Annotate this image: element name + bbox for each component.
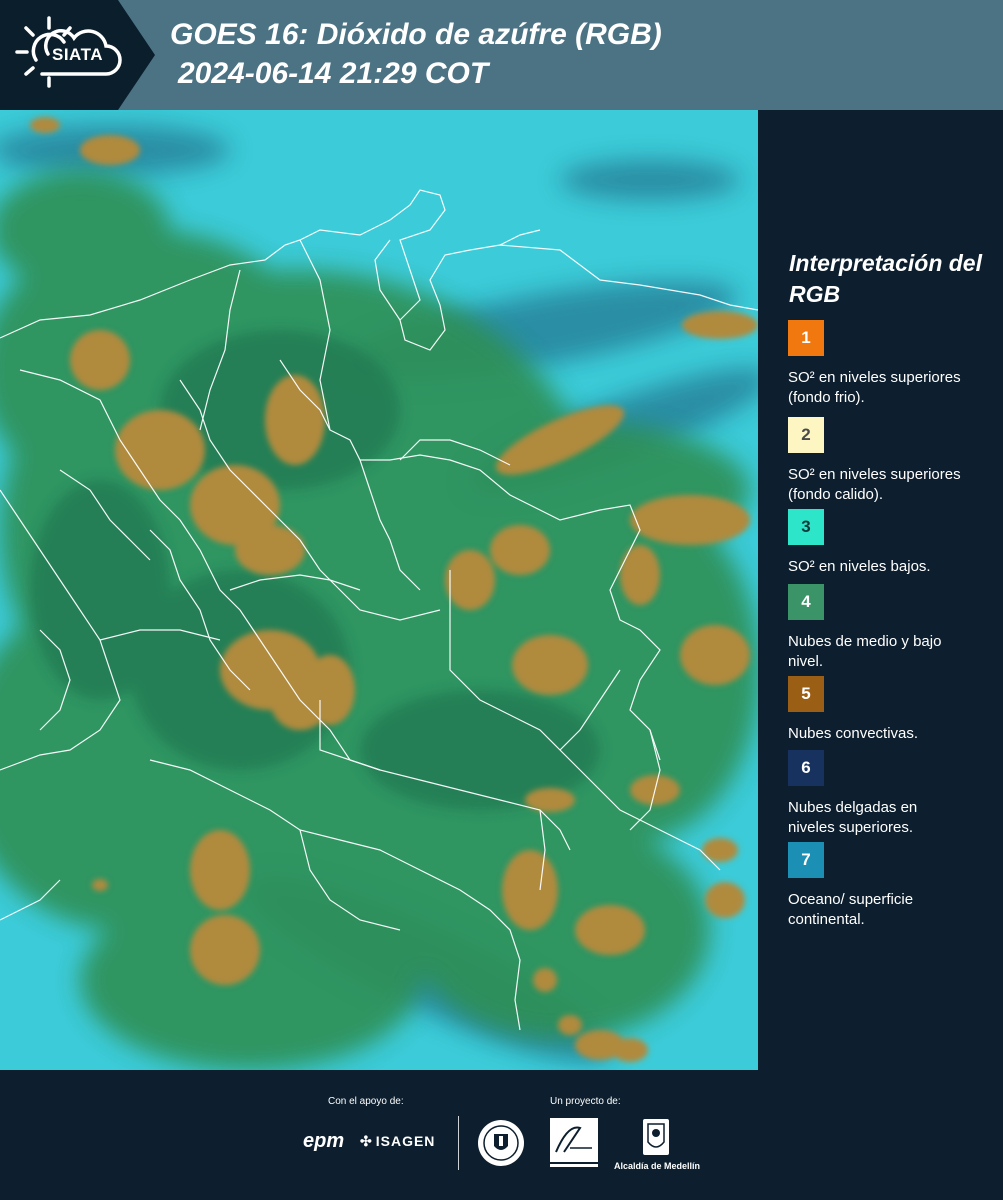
legend-item-3: 3 SO² en niveles bajos. [788,509,988,577]
alcaldia-label: Alcaldía de Medellín [614,1161,701,1171]
siata-logo[interactable]: SIATA [0,0,155,110]
page-title: GOES 16: Dióxido de azúfre (RGB) [170,18,662,51]
footer-divider [458,1116,459,1170]
legend-label: Nubes convectivas. [788,725,919,742]
legend-label: Nubes de medio y bajo nivel. [788,633,942,670]
legend-swatch: 5 [788,676,824,712]
legend-item-6: 6 Nubes delgadas en niveles superiores. [788,750,988,838]
legend-swatch: 2 [788,417,824,453]
footer: Con el apoyo de: Un proyecto de: epm ✣ IS… [0,1070,1003,1200]
medellin-seal-icon[interactable] [476,1118,526,1168]
alcaldia-shield-icon[interactable] [642,1118,670,1156]
legend-swatch: 7 [788,842,824,878]
legend-item-1: 1 SO² en niveles superiores (fondo frio)… [788,320,988,408]
legend-label: SO² en niveles superiores (fondo frio). [788,369,961,406]
isagen-logo[interactable]: ✣ ISAGEN [360,1133,435,1150]
satellite-map[interactable] [0,110,758,1070]
legend-label: Oceano/ superficie continental. [788,891,914,928]
legend-title: Interpretación del RGB [789,250,982,307]
legend-item-2: 2 SO² en niveles superiores (fondo calid… [788,417,988,505]
legend-panel: Interpretación del RGB 1 SO² en niveles … [758,110,1003,1070]
legend-label: SO² en niveles bajos. [788,558,931,575]
legend-label: Nubes delgadas en niveles superiores. [788,799,918,836]
satellite-image [0,110,758,1070]
legend-swatch: 4 [788,584,824,620]
legend-label: SO² en niveles superiores (fondo calido)… [788,466,961,503]
isagen-mark-icon: ✣ [360,1133,373,1149]
area-metropolitana-logo[interactable] [550,1118,598,1170]
legend-swatch: 3 [788,509,824,545]
legend-item-4: 4 Nubes de medio y bajo nivel. [788,584,988,672]
support-label: Con el apoyo de: [328,1096,404,1107]
legend-swatch: 1 [788,320,824,356]
project-label: Un proyecto de: [550,1096,621,1107]
legend-item-7: 7 Oceano/ superficie continental. [788,842,988,930]
header-bar: SIATA GOES 16: Dióxido de azúfre (RGB) 2… [0,0,1003,110]
timestamp: 2024-06-14 21:29 COT [178,57,489,90]
legend-swatch: 6 [788,750,824,786]
epm-logo[interactable]: epm [303,1130,344,1153]
isagen-text: ISAGEN [375,1133,436,1149]
legend-item-5: 5 Nubes convectivas. [788,676,988,744]
logo-text: SIATA [52,45,103,64]
